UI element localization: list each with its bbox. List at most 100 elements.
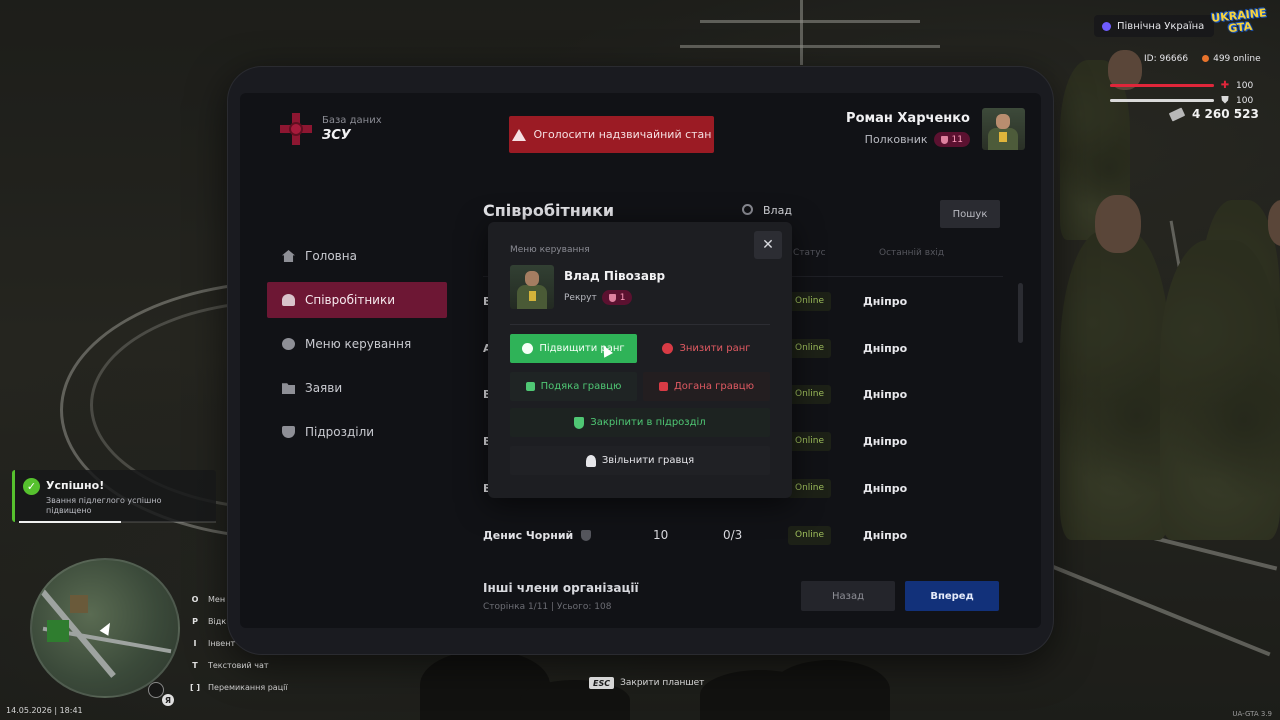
last-login-city: Дніпро (863, 294, 908, 308)
rank-shield-icon (608, 293, 616, 302)
arrow-down-icon (662, 343, 674, 354)
demote-rank-label: Знизити ранг (679, 343, 751, 354)
keybind-item: I Інвент (188, 632, 288, 654)
player-rank: Рекрут (564, 292, 597, 303)
shield-icon (581, 529, 592, 541)
player-avatar (510, 265, 554, 309)
fire-player-button[interactable]: Звільнити гравця (510, 446, 770, 475)
date-time: 14.05.2026 | 18:41 (6, 706, 83, 715)
sidebar-item-control-menu[interactable]: Меню керування (267, 326, 447, 362)
key-cap: T (192, 660, 198, 670)
key-cap: [ ] (189, 682, 201, 692)
search-icon (742, 204, 753, 215)
last-login-city: Дніпро (863, 387, 908, 401)
health-icon: ✚ (1220, 80, 1230, 91)
player-rank-row: Рекрут 1 (564, 290, 633, 305)
search-button[interactable]: Пошук (940, 200, 1000, 228)
close-tablet-label: Закрити планшет (620, 678, 705, 688)
user-profile: Роман Харченко Полковник 11 (846, 108, 1025, 150)
demote-rank-button[interactable]: Знизити ранг (643, 334, 770, 363)
sidebar-item-units[interactable]: Підрозділи (267, 414, 447, 450)
health-bar: ✚ 100 (1110, 80, 1253, 91)
toast-message: Звання підлеглого успішно підвищено (46, 496, 162, 515)
keybind-item: T Текстовий чат (188, 654, 288, 676)
next-button[interactable]: Вперед (905, 581, 999, 611)
armor-icon: ⛊ (1221, 95, 1229, 106)
sidebar-item-applications[interactable]: Заяви (267, 370, 447, 406)
shield-plus-icon (574, 416, 585, 429)
keybind-label: Мен (208, 594, 226, 604)
sidebar-item-label: Заяви (305, 381, 343, 395)
profile-rank-row: Полковник 11 (846, 132, 970, 147)
status-badge: Online (788, 291, 832, 311)
declare-emergency-label: Оголосити надзвичайний стан (533, 128, 712, 141)
assign-unit-button[interactable]: Закріпити в підрозділ (510, 408, 770, 437)
shield-icon (282, 426, 295, 438)
player-id-row: ID: 96666 499 online (1144, 54, 1261, 64)
promote-rank-button[interactable]: Підвищити ранг (510, 334, 637, 363)
employee-reprimands: 0/3 (723, 528, 743, 542)
minimap (30, 558, 180, 698)
status-badge: Online (788, 478, 832, 498)
users-icon (282, 294, 295, 306)
modal-title: Меню керування (510, 245, 590, 255)
employee-rank-level: 10 (653, 528, 669, 542)
last-login-city: Дніпро (863, 341, 908, 355)
keybind-item: O Мен (188, 588, 288, 610)
brand-title: ЗСУ (322, 128, 351, 143)
toast-title: Успішно! (46, 479, 105, 492)
keybind-label: Відк (208, 616, 227, 626)
keybind-item: [ ] Перемикання рації (188, 676, 288, 698)
thank-player-button[interactable]: Подяка гравцю (510, 372, 637, 401)
rank-badge: 1 (601, 290, 633, 305)
keybind-label: Інвент (208, 638, 236, 648)
health-value: 100 (1236, 80, 1254, 91)
online-icon (1202, 55, 1210, 62)
warning-icon (511, 128, 526, 141)
player-location-icon (99, 620, 115, 636)
arrow-up-icon (522, 343, 534, 354)
money-display: 4 260 523 (1168, 106, 1259, 122)
status-badge: Online (788, 384, 832, 404)
esc-key: ESC (589, 677, 615, 689)
reprimand-player-button[interactable]: Догана гравцю (643, 372, 770, 401)
keybind-label: Перемикання рації (208, 682, 288, 692)
profile-rank: Полковник (864, 133, 928, 146)
key-cap: I (193, 638, 197, 648)
divider (510, 324, 770, 325)
server-icon (1102, 21, 1111, 31)
thank-player-label: Подяка гравцю (540, 381, 622, 392)
column-header-last-login: Останній вхід (879, 248, 945, 258)
armor-bar: ⛊ 100 (1110, 95, 1253, 106)
table-row[interactable]: Денис Чорний 10 0/3 Online Дніпро (483, 520, 1003, 550)
success-toast: ✓ Успішно! Звання підлеглого успішно під… (12, 470, 216, 522)
key-cap: O (191, 594, 199, 604)
keybind-list: O Мен P Відк I Інвент T Текстовий чат [ ] Пер… (188, 588, 288, 698)
rank-shield-icon (940, 135, 948, 144)
sidebar-item-label: Співробітники (305, 293, 396, 307)
armor-value: 100 (1236, 95, 1254, 106)
last-login-city: Дніпро (863, 434, 908, 448)
scrollbar[interactable] (1018, 283, 1023, 343)
back-button[interactable]: Назад (801, 581, 895, 611)
search-input[interactable]: Влад (763, 204, 792, 217)
status-badge: Online (788, 431, 832, 451)
game-logo: UKRAINE GTA (1210, 6, 1268, 36)
close-icon: ✕ (762, 237, 774, 253)
player-name: Влад Півозавр (564, 269, 666, 283)
sidebar-item-home[interactable]: Головна (267, 238, 447, 274)
cash-icon (1168, 106, 1186, 122)
page-title: Співробітники (483, 201, 615, 220)
sidebar-item-employees[interactable]: Співробітники (267, 282, 447, 318)
declare-emergency-button[interactable]: Оголосити надзвичайний стан (509, 116, 714, 153)
server-badge: Північна Україна (1094, 15, 1215, 37)
fire-player-label: Звільнити гравця (601, 455, 695, 466)
folder-icon (282, 383, 295, 394)
minimap-badge: Я (162, 694, 174, 706)
rank-badge: 11 (933, 132, 970, 147)
thumbs-up-icon (525, 382, 535, 391)
close-button[interactable]: ✕ (754, 231, 782, 259)
check-icon: ✓ (23, 478, 40, 495)
money-value: 4 260 523 (1192, 107, 1259, 121)
brand: База даних ЗСУ (280, 113, 382, 145)
